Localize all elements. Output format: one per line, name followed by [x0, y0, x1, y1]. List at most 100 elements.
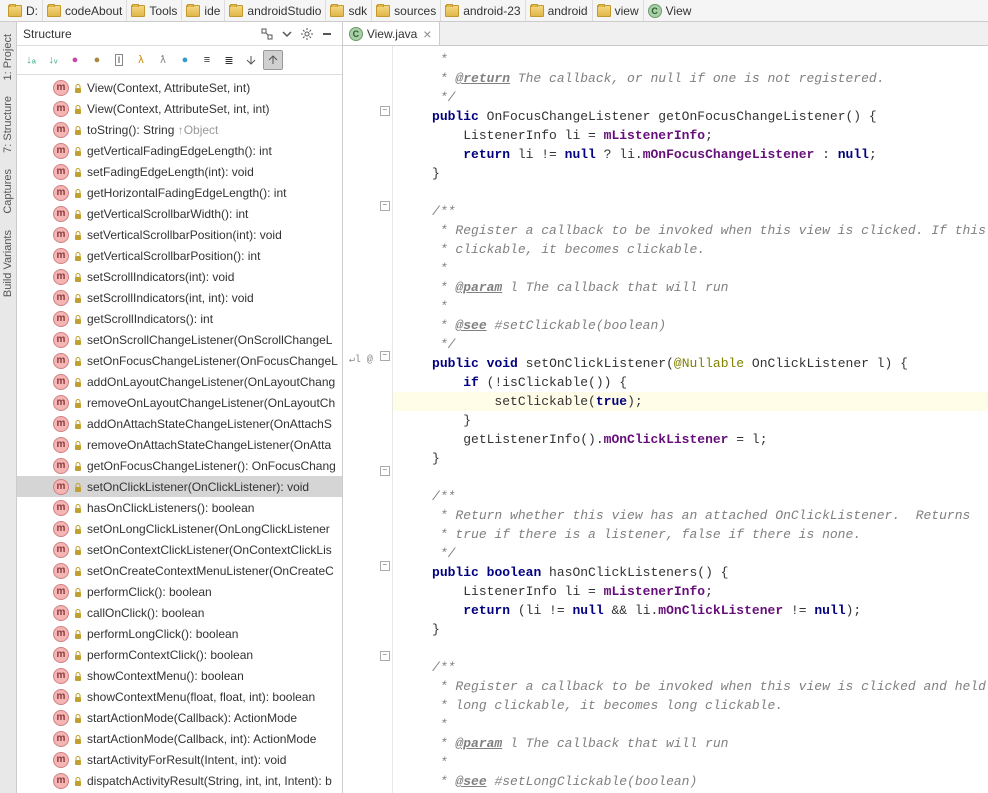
- crumb-android-23[interactable]: android-23: [441, 0, 525, 21]
- crumb-view[interactable]: view: [593, 0, 644, 21]
- structure-item[interactable]: msetOnCreateContextMenuListener(OnCreate…: [17, 560, 342, 581]
- hide-icon[interactable]: [318, 25, 336, 43]
- crumb-ide[interactable]: ide: [182, 0, 225, 21]
- item-label: setVerticalScrollbarPosition(int): void: [87, 228, 282, 242]
- structure-item[interactable]: mgetVerticalScrollbarPosition(): int: [17, 245, 342, 266]
- structure-item[interactable]: msetFadingEdgeLength(int): void: [17, 161, 342, 182]
- structure-tree[interactable]: mView(Context, AttributeSet, int)mView(C…: [17, 75, 342, 793]
- structure-item[interactable]: mperformClick(): boolean: [17, 581, 342, 602]
- structure-item[interactable]: msetOnContextClickListener(OnContextClic…: [17, 539, 342, 560]
- method-icon: m: [53, 626, 69, 642]
- structure-item[interactable]: mcallOnClick(): boolean: [17, 602, 342, 623]
- fold-marker[interactable]: −: [380, 351, 390, 361]
- structure-item[interactable]: m performLongClick(): boolean: [17, 623, 342, 644]
- structure-item[interactable]: msetOnLongClickListener(OnLongClickListe…: [17, 518, 342, 539]
- item-label: performLongClick(): boolean: [87, 627, 238, 641]
- structure-item[interactable]: mgetVerticalFadingEdgeLength(): int: [17, 140, 342, 161]
- crumb-label: Tools: [149, 4, 177, 18]
- show-inherited-btn[interactable]: I: [109, 50, 129, 70]
- method-icon: m: [53, 164, 69, 180]
- structure-item[interactable]: mView(Context, AttributeSet, int, int): [17, 98, 342, 119]
- crumb-sources[interactable]: sources: [372, 0, 441, 21]
- structure-item[interactable]: mgetOnFocusChangeListener(): OnFocusChan…: [17, 455, 342, 476]
- show-nonpublic-btn[interactable]: ●: [175, 50, 195, 70]
- scroll-from-source-icon[interactable]: [258, 25, 276, 43]
- structure-item[interactable]: msetVerticalScrollbarPosition(int): void: [17, 224, 342, 245]
- tab-label: View.java: [367, 27, 417, 41]
- structure-item[interactable]: mtoString(): String ↑Object: [17, 119, 342, 140]
- structure-item[interactable]: maddOnLayoutChangeListener(OnLayoutChang: [17, 371, 342, 392]
- show-fields-btn[interactable]: ●: [87, 50, 107, 70]
- crumb-label: ide: [204, 4, 220, 18]
- structure-item[interactable]: mView(Context, AttributeSet, int): [17, 77, 342, 98]
- gutter-mark[interactable]: ↵l @: [349, 354, 373, 366]
- crumb-android[interactable]: android: [526, 0, 593, 21]
- structure-item[interactable]: mdispatchActivityResult(String, int, int…: [17, 770, 342, 791]
- structure-item[interactable]: mstartActionMode(Callback, int): ActionM…: [17, 728, 342, 749]
- structure-title: Structure: [23, 27, 72, 41]
- structure-item[interactable]: mstartActionMode(Callback): ActionMode: [17, 707, 342, 728]
- tool-tab----project[interactable]: 1: Project: [0, 26, 16, 88]
- structure-item[interactable]: mstartActivityForResult(Intent, int): vo…: [17, 749, 342, 770]
- tool-tab-captures[interactable]: Captures: [0, 161, 16, 222]
- method-icon: m: [53, 668, 69, 684]
- settings-icon[interactable]: [298, 25, 316, 43]
- fold-marker[interactable]: −: [380, 561, 390, 571]
- collapse-icon[interactable]: [278, 25, 296, 43]
- item-label: callOnClick(): boolean: [87, 606, 204, 620]
- code-line: setClickable(true);: [401, 392, 988, 411]
- structure-item[interactable]: msetScrollIndicators(int): void: [17, 266, 342, 287]
- structure-item[interactable]: mperformContextClick(): boolean: [17, 644, 342, 665]
- autoscroll2-btn[interactable]: ≣: [219, 50, 239, 70]
- show-props-btn[interactable]: ●: [65, 50, 85, 70]
- editor-tab-view[interactable]: C View.java ×: [343, 22, 441, 45]
- folder-icon: [330, 5, 344, 17]
- structure-item[interactable]: mgetVerticalScrollbarWidth(): int: [17, 203, 342, 224]
- method-icon: m: [53, 647, 69, 663]
- code-line: /**: [401, 487, 988, 506]
- structure-item[interactable]: mshowContextMenu(): boolean: [17, 665, 342, 686]
- tool-tab-build-variants[interactable]: Build Variants: [0, 222, 16, 305]
- crumb-androidstudio[interactable]: androidStudio: [225, 0, 326, 21]
- lock-icon: [73, 629, 83, 639]
- class-icon: C: [349, 27, 363, 41]
- structure-item[interactable]: mremoveOnLayoutChangeListener(OnLayoutCh: [17, 392, 342, 413]
- code-area[interactable]: * * @return The callback, or null if one…: [393, 46, 988, 793]
- show-anon-btn[interactable]: λ: [131, 50, 151, 70]
- close-icon[interactable]: ×: [421, 26, 433, 42]
- item-label: setOnLongClickListener(OnLongClickListen…: [87, 522, 330, 536]
- crumb-tools[interactable]: Tools: [127, 0, 182, 21]
- sort-visibility-btn[interactable]: ↓ᵥ: [43, 50, 63, 70]
- crumb-codeabout[interactable]: codeAbout: [43, 0, 127, 21]
- structure-item[interactable]: maddOnAttachStateChangeListener(OnAttach…: [17, 413, 342, 434]
- fold-marker[interactable]: −: [380, 201, 390, 211]
- structure-item[interactable]: msetOnFocusChangeListener(OnFocusChangeL: [17, 350, 342, 371]
- code-line: * Register a callback to be invoked when…: [401, 221, 988, 240]
- sort-alpha-btn[interactable]: ↓ₐ: [21, 50, 41, 70]
- structure-item[interactable]: mgetHorizontalFadingEdgeLength(): int: [17, 182, 342, 203]
- code-line: *: [401, 297, 988, 316]
- code-line: */: [401, 88, 988, 107]
- crumb-view[interactable]: CView: [644, 0, 696, 21]
- editor-gutter[interactable]: ↵l @−−−−−−: [343, 46, 393, 793]
- collapse-all-btn[interactable]: [263, 50, 283, 70]
- show-lambda-btn[interactable]: ƛ: [153, 50, 173, 70]
- fold-marker[interactable]: −: [380, 106, 390, 116]
- fold-marker[interactable]: −: [380, 466, 390, 476]
- expand-btn[interactable]: [241, 50, 261, 70]
- structure-item[interactable]: msetOnClickListener(OnClickListener): vo…: [17, 476, 342, 497]
- structure-item[interactable]: mgetScrollIndicators(): int: [17, 308, 342, 329]
- crumb-d:[interactable]: D:: [4, 0, 43, 21]
- autoscroll-btn[interactable]: ≡: [197, 50, 217, 70]
- crumb-sdk[interactable]: sdk: [326, 0, 372, 21]
- tool-tab----structure[interactable]: 7: Structure: [0, 88, 16, 161]
- structure-item[interactable]: mremoveOnAttachStateChangeListener(OnAtt…: [17, 434, 342, 455]
- lock-icon: [73, 314, 83, 324]
- code-line: * @return The callback, or null if one i…: [401, 69, 988, 88]
- structure-item[interactable]: msetOnScrollChangeListener(OnScrollChang…: [17, 329, 342, 350]
- structure-item[interactable]: mhasOnClickListeners(): boolean: [17, 497, 342, 518]
- structure-item[interactable]: msetScrollIndicators(int, int): void: [17, 287, 342, 308]
- fold-marker[interactable]: −: [380, 651, 390, 661]
- lock-icon: [73, 335, 83, 345]
- structure-item[interactable]: mshowContextMenu(float, float, int): boo…: [17, 686, 342, 707]
